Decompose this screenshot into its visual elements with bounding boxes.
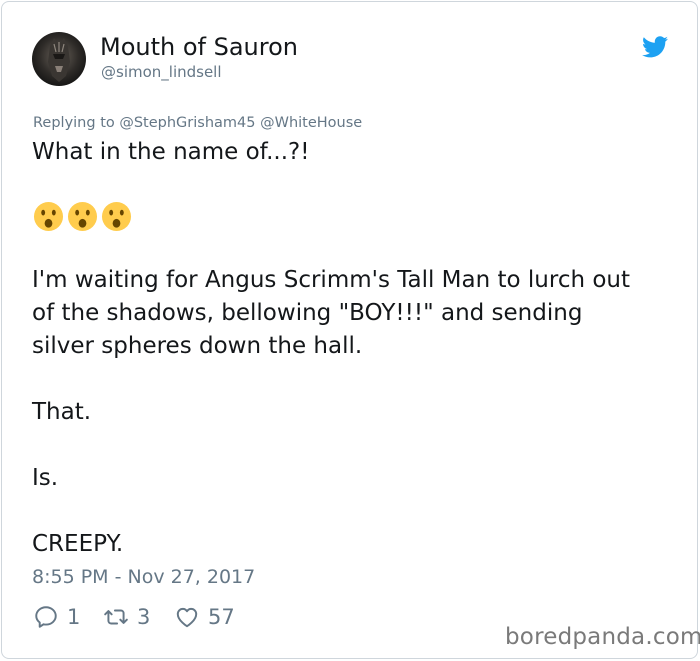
reply-count: 1 [67,605,81,629]
like-count: 57 [208,605,235,629]
retweet-count: 3 [137,605,151,629]
hushed-face-emoji-icon [67,201,98,232]
display-name[interactable]: Mouth of Sauron [100,33,298,61]
retweet-icon [104,609,128,625]
replying-to-text: Replying to @StephGrisham45 @WhiteHouse [33,115,363,131]
user-handle[interactable]: @simon_lindsell [101,63,222,81]
reply-button[interactable]: 1 [33,604,80,630]
heart-icon [176,607,198,628]
twitter-bird-icon[interactable] [642,36,668,58]
retweet-button[interactable]: 3 [103,604,150,630]
hushed-face-emoji-icon [101,201,132,232]
emoji-row [33,201,132,232]
hushed-face-emoji-icon [33,201,64,232]
tweet-text-line: What in the name of...?! [32,139,310,165]
tweet-text-line: silver spheres down the hall. [32,333,363,359]
boredpanda-watermark: boredpanda.com [505,624,700,650]
avatar[interactable] [32,32,86,86]
tweet-text-line: of the shadows, bellowing "BOY!!!" and s… [32,300,583,326]
tweet-text-line: CREEPY. [32,531,124,557]
reply-icon [35,606,57,628]
like-button[interactable]: 57 [174,604,235,630]
tweet-text-line: Is. [32,465,59,491]
tweet-timestamp[interactable]: 8:55 PM - Nov 27, 2017 [32,566,255,588]
tweet-text-line: I'm waiting for Angus Scrimm's Tall Man … [32,267,631,293]
tweet-text-line: That. [32,399,92,425]
